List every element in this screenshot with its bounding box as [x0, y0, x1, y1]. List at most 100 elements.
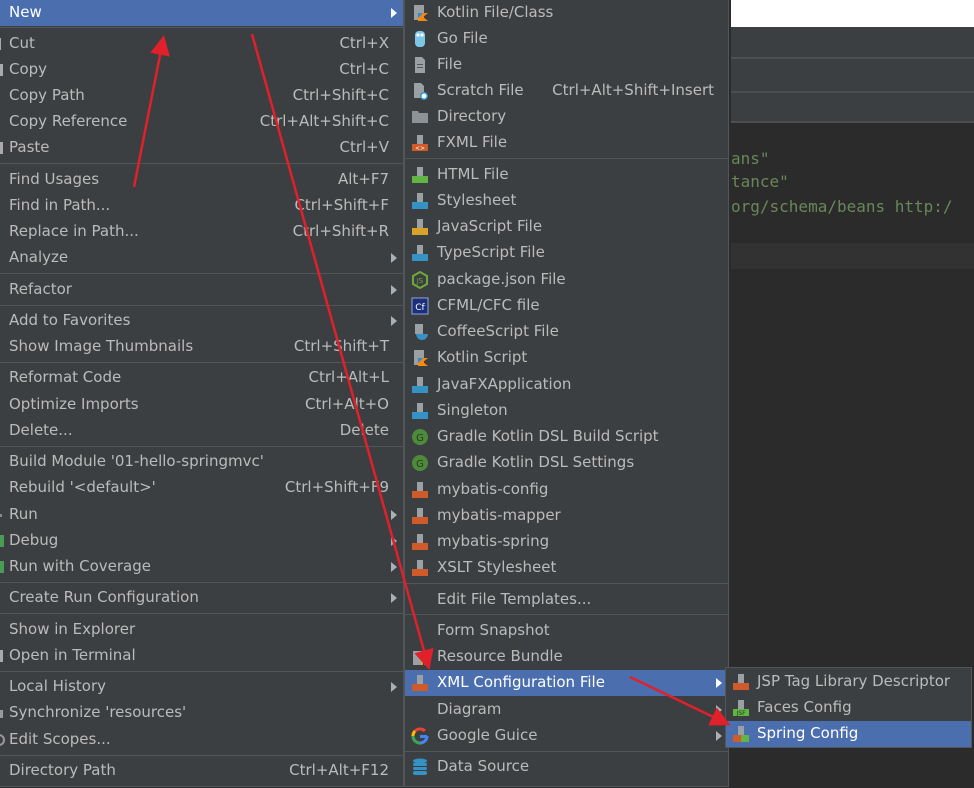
new-item-data-source[interactable]: Data Source: [405, 754, 728, 780]
xml-item-jsp-tag-library[interactable]: JSP Tag Library Descriptor: [726, 669, 971, 695]
go-gopher-icon: [415, 31, 425, 47]
coffeescript-icon: [415, 324, 428, 340]
new-item-xslt-stylesheet[interactable]: XSLT Stylesheet: [405, 555, 728, 581]
menu-item-find-usages[interactable]: Find Usages Alt+F7: [0, 167, 403, 193]
menu-item-synchronize[interactable]: Synchronize 'resources': [0, 700, 403, 726]
menu-item-label: File: [437, 55, 463, 73]
new-item-mybatis-mapper[interactable]: mybatis-mapper: [405, 503, 728, 529]
menu-item-rebuild[interactable]: Rebuild '<default>' Ctrl+Shift+F9: [0, 475, 403, 501]
new-item-diagram[interactable]: Diagram: [405, 697, 728, 723]
new-item-fxml-file[interactable]: <> FXML File: [405, 130, 728, 156]
new-item-xml-configuration-file[interactable]: XML Configuration File: [405, 670, 728, 696]
menu-item-analyze[interactable]: Analyze: [0, 245, 403, 271]
new-item-directory[interactable]: Directory: [405, 104, 728, 130]
submenu-arrow-icon: [391, 316, 397, 326]
new-item-form-snapshot[interactable]: Form Snapshot: [405, 618, 728, 644]
new-item-scratch-file[interactable]: Scratch File Ctrl+Alt+Shift+Insert: [405, 78, 728, 104]
xml-file-icon: [412, 534, 428, 550]
xml-item-spring-config[interactable]: Spring Config: [726, 721, 971, 747]
new-item-package-json[interactable]: JS package.json File: [405, 267, 728, 293]
xml-file-icon: [412, 560, 428, 576]
new-item-resource-bundle[interactable]: Resource Bundle: [405, 644, 728, 670]
menu-item-show-image-thumbnails[interactable]: Show Image Thumbnails Ctrl+Shift+T: [0, 334, 403, 360]
menu-item-run[interactable]: Run: [0, 502, 403, 528]
submenu-arrow-icon: [391, 253, 397, 263]
menu-item-paste[interactable]: Paste Ctrl+V: [0, 135, 403, 161]
menu-item-label: Add to Favorites: [9, 311, 131, 329]
separator: [0, 613, 403, 614]
menu-item-reformat-code[interactable]: Reformat Code Ctrl+Alt+L: [0, 365, 403, 391]
new-item-singleton[interactable]: Singleton: [405, 398, 728, 424]
database-icon: [413, 758, 427, 775]
new-item-gradle-build-script[interactable]: G Gradle Kotlin DSL Build Script: [405, 424, 728, 450]
menu-item-build-module[interactable]: Build Module '01-hello-springmvc': [0, 449, 403, 475]
menu-item-find-in-path[interactable]: Find in Path... Ctrl+Shift+F: [0, 193, 403, 219]
submenu-arrow-icon: [391, 562, 397, 572]
menu-item-label: Run with Coverage: [9, 557, 151, 575]
separator: [0, 582, 403, 583]
menu-item-label: mybatis-config: [437, 480, 549, 498]
spring-config-icon: [733, 726, 749, 742]
menu-item-open-in-terminal[interactable]: Open in Terminal: [0, 643, 403, 669]
menu-item-show-in-explorer[interactable]: Show in Explorer: [0, 617, 403, 643]
new-item-mybatis-config[interactable]: mybatis-config: [405, 477, 728, 503]
menu-item-optimize-imports[interactable]: Optimize Imports Ctrl+Alt+O: [0, 392, 403, 418]
menu-item-label: Synchronize 'resources': [9, 703, 187, 721]
sync-icon: [0, 710, 3, 718]
submenu-arrow-icon: [716, 678, 722, 688]
new-item-kotlin-file[interactable]: Kotlin File/Class: [405, 0, 728, 26]
new-item-javafx-application[interactable]: JavaFXApplication: [405, 372, 728, 398]
menu-item-copy[interactable]: Copy Ctrl+C: [0, 57, 403, 83]
menu-item-label: Gradle Kotlin DSL Build Script: [437, 427, 659, 445]
menu-item-local-history[interactable]: Local History: [0, 674, 403, 700]
new-item-file[interactable]: File: [405, 52, 728, 78]
menu-item-run-with-coverage[interactable]: Run with Coverage: [0, 554, 403, 580]
menu-item-label: JavaScript File: [437, 217, 543, 235]
menu-item-cut[interactable]: Cut Ctrl+X: [0, 31, 403, 57]
new-item-coffeescript-file[interactable]: CoffeeScript File: [405, 319, 728, 345]
google-icon: [411, 727, 429, 745]
code-line: tance": [731, 172, 789, 191]
menu-item-edit-scopes[interactable]: Edit Scopes...: [0, 727, 403, 753]
new-item-edit-file-templates[interactable]: Edit File Templates...: [405, 587, 728, 613]
menu-item-copy-reference[interactable]: Copy Reference Ctrl+Alt+Shift+C: [0, 109, 403, 135]
menu-item-add-to-favorites[interactable]: Add to Favorites: [0, 308, 403, 334]
new-item-gradle-settings[interactable]: G Gradle Kotlin DSL Settings: [405, 450, 728, 476]
new-item-google-guice[interactable]: Google Guice: [405, 723, 728, 749]
menu-item-delete[interactable]: Delete... Delete: [0, 418, 403, 444]
menu-item-label: Diagram: [437, 700, 502, 718]
separator: [0, 446, 403, 447]
submenu-arrow-icon: [391, 8, 397, 18]
new-item-cfml-file[interactable]: Cf CFML/CFC file: [405, 293, 728, 319]
menu-item-label: Copy: [9, 60, 48, 78]
new-item-javascript-file[interactable]: JavaScript File: [405, 214, 728, 240]
css-file-icon: [412, 193, 428, 209]
new-item-stylesheet[interactable]: Stylesheet: [405, 188, 728, 214]
java-file-icon: [412, 377, 428, 393]
new-item-mybatis-spring[interactable]: mybatis-spring: [405, 529, 728, 555]
menu-item-label: Resource Bundle: [437, 647, 563, 665]
menu-item-create-run-configuration[interactable]: Create Run Configuration: [0, 585, 403, 611]
menu-item-debug[interactable]: Debug: [0, 528, 403, 554]
menu-item-replace-in-path[interactable]: Replace in Path... Ctrl+Shift+R: [0, 219, 403, 245]
new-item-typescript-file[interactable]: TypeScript File: [405, 240, 728, 266]
menu-item-label: Directory Path: [9, 761, 116, 779]
scratch-file-icon: [414, 83, 428, 100]
submenu-arrow-icon: [716, 705, 722, 715]
new-item-html-file[interactable]: HTML File: [405, 162, 728, 188]
menu-item-label: Replace in Path...: [9, 222, 139, 240]
menu-item-refactor[interactable]: Refactor: [0, 277, 403, 303]
separator: [0, 362, 403, 363]
menu-item-copy-path[interactable]: Copy Path Ctrl+Shift+C: [0, 83, 403, 109]
menu-item-directory-path[interactable]: Directory Path Ctrl+Alt+F12: [0, 758, 403, 784]
menu-item-label: mybatis-spring: [437, 532, 550, 550]
menu-item-label: Singleton: [437, 401, 508, 419]
menu-item-new[interactable]: New: [0, 0, 403, 26]
xml-item-faces-config[interactable]: JSF Faces Config: [726, 695, 971, 721]
context-menu: New Cut Ctrl+X Copy Ctrl+C Copy Path Ctr…: [0, 0, 404, 787]
svg-text:JSF: JSF: [735, 710, 746, 717]
file-icon: [415, 57, 425, 73]
new-item-go-file[interactable]: Go File: [405, 26, 728, 52]
new-item-kotlin-script[interactable]: Kotlin Script: [405, 345, 728, 371]
folder-icon: [412, 111, 428, 123]
